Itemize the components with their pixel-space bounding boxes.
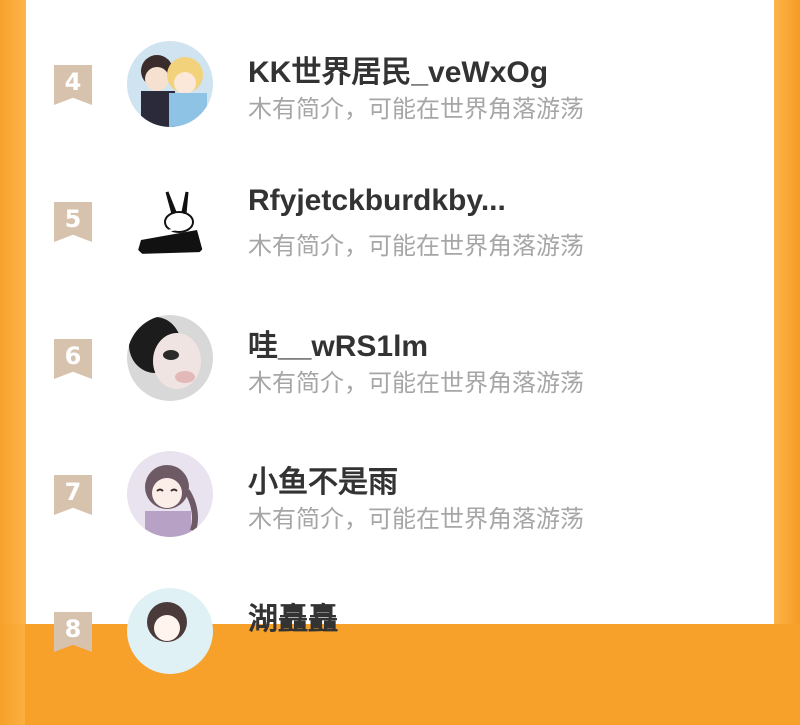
rank-badge: 8 xyxy=(54,612,92,652)
ranking-list-card: 4 KK世界居民_veWxOg 木有简介，可能在世界角落游荡 5 Rfyjetc… xyxy=(26,0,774,674)
ranking-row-6[interactable]: 6 哇__wRS1lm 木有简介，可能在世界角落游荡 xyxy=(26,315,774,452)
ranking-row-4[interactable]: 4 KK世界居民_veWxOg 木有简介，可能在世界角落游荡 xyxy=(26,41,774,178)
user-name[interactable]: KK世界居民_veWxOg xyxy=(248,47,548,91)
user-name[interactable]: 小鱼不是雨 xyxy=(248,457,398,501)
ranking-row-7[interactable]: 7 小鱼不是雨 木有简介，可能在世界角落游荡 xyxy=(26,451,774,588)
rank-number: 4 xyxy=(64,68,82,96)
rank-number: 7 xyxy=(64,478,82,506)
user-bio: 木有简介，可能在世界角落游荡 xyxy=(248,96,584,123)
orange-frame-left xyxy=(0,0,26,624)
sketch-girl-avatar[interactable] xyxy=(127,588,213,674)
blurred-selfie-avatar[interactable] xyxy=(127,315,213,401)
ranking-row-8[interactable]: 8 湖矗矗 xyxy=(26,588,774,725)
rank-number: 6 xyxy=(64,342,82,370)
user-name[interactable]: 湖矗矗 xyxy=(248,594,338,638)
orange-frame-right xyxy=(774,0,800,624)
anime-couple-avatar[interactable] xyxy=(127,41,213,127)
user-name[interactable]: 哇__wRS1lm xyxy=(248,321,428,365)
rank-badge: 4 xyxy=(54,65,92,105)
user-name[interactable]: Rfyjetckburdkby... xyxy=(248,184,506,218)
rank-badge: 5 xyxy=(54,202,92,242)
anime-girl-avatar[interactable] xyxy=(127,451,213,537)
rank-number: 5 xyxy=(64,205,82,233)
bunny-sketch-avatar[interactable] xyxy=(127,178,213,264)
rank-badge: 7 xyxy=(54,475,92,515)
user-bio: 木有简介，可能在世界角落游荡 xyxy=(248,506,584,533)
rank-badge: 6 xyxy=(54,339,92,379)
ranking-row-5[interactable]: 5 Rfyjetckburdkby... 木有简介，可能在世界角落游荡 xyxy=(26,178,774,315)
user-bio: 木有简介，可能在世界角落游荡 xyxy=(248,233,584,260)
rank-number: 8 xyxy=(64,615,82,643)
user-bio: 木有简介，可能在世界角落游荡 xyxy=(248,370,584,397)
